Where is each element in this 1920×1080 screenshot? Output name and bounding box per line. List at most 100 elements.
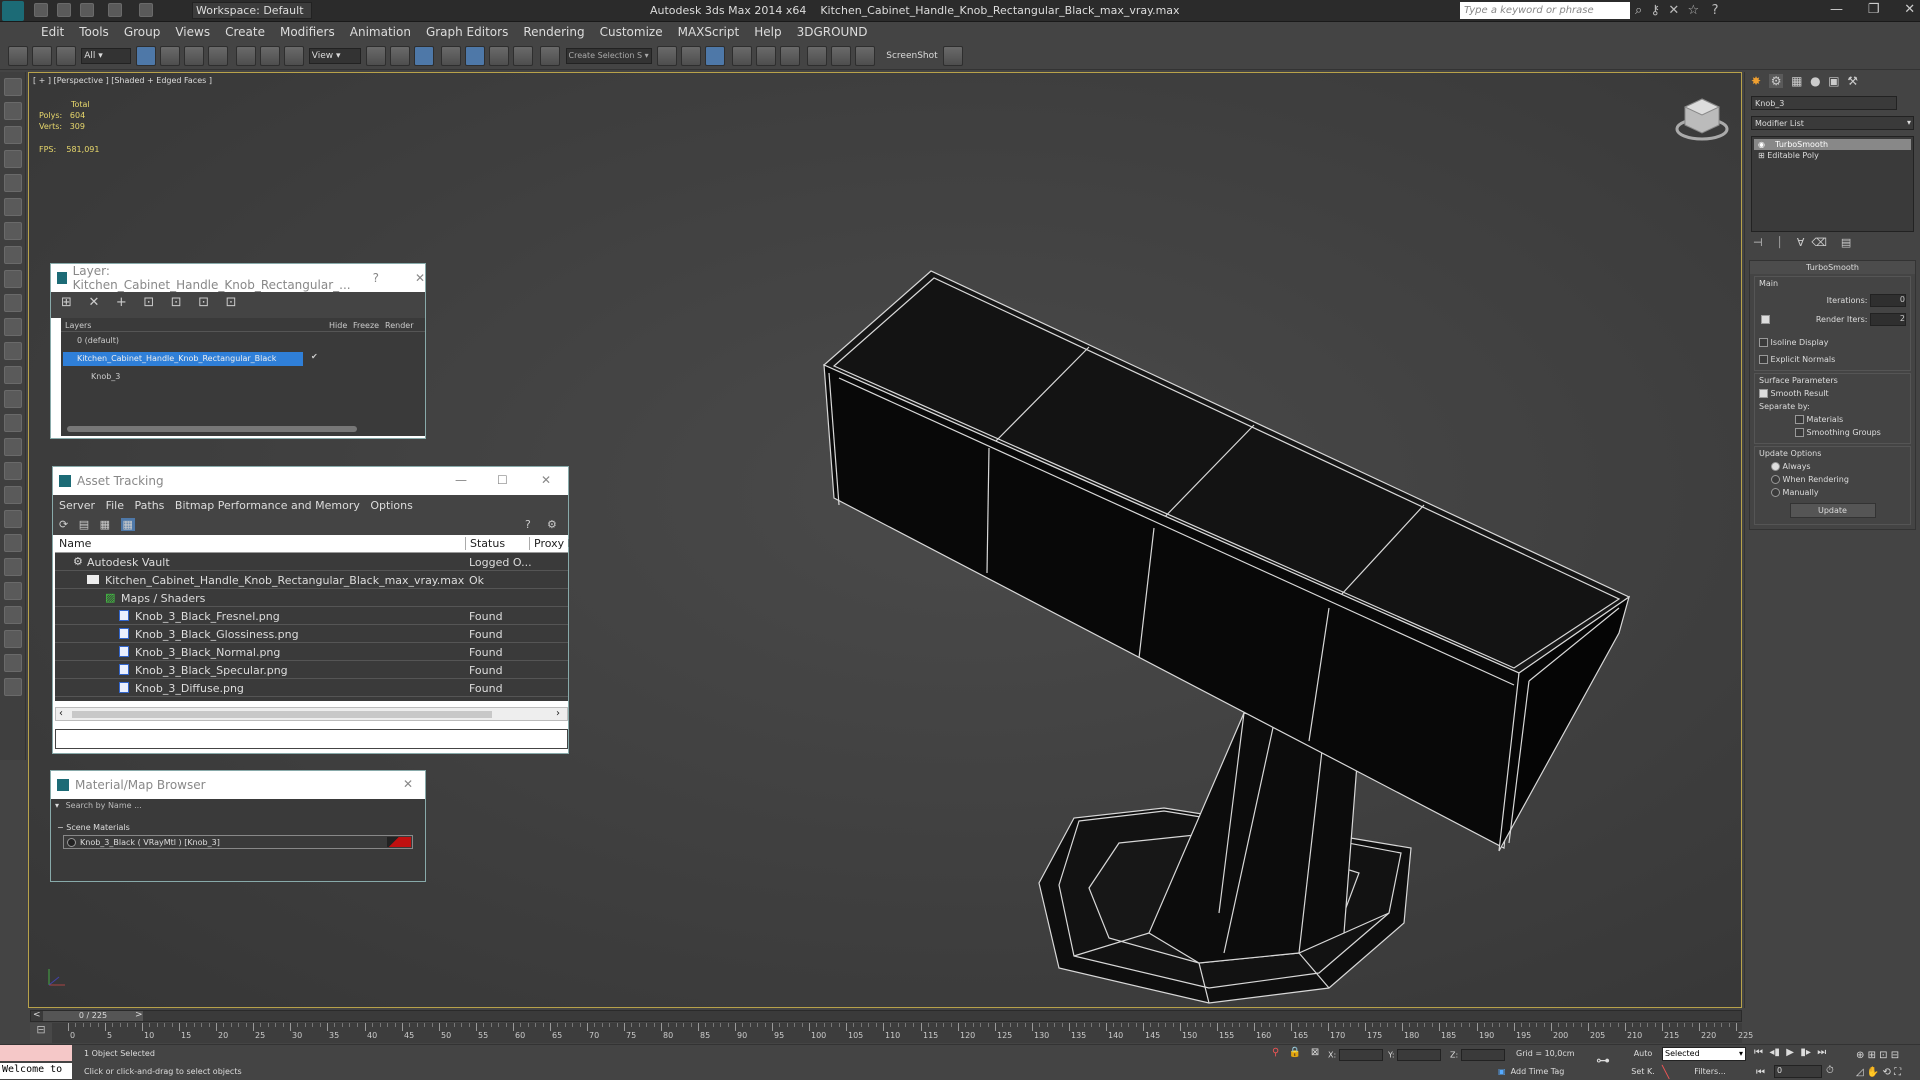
- scale-icon[interactable]: [283, 46, 304, 66]
- layer-add-icon[interactable]: +: [116, 295, 127, 310]
- maximize-viewport-icon[interactable]: ⛶: [1894, 1067, 1901, 1078]
- menu-edit[interactable]: Edit: [41, 25, 64, 39]
- tool-icon-4[interactable]: [3, 150, 22, 168]
- motion-tab-icon[interactable]: ●: [1810, 74, 1820, 88]
- rendered-frame-icon[interactable]: [855, 46, 876, 66]
- menu-tools[interactable]: Tools: [79, 25, 109, 39]
- teapot-icon[interactable]: [942, 46, 963, 66]
- collapse-icon[interactable]: −: [57, 823, 64, 832]
- tool-icon-5[interactable]: [3, 174, 22, 192]
- object-name-field[interactable]: Knob_3: [1751, 96, 1897, 110]
- manipulate-icon[interactable]: [389, 46, 410, 66]
- expand-icon[interactable]: ⊞: [1758, 151, 1765, 160]
- next-frame-icon[interactable]: ▮▸: [1800, 1047, 1811, 1058]
- materials-checkbox[interactable]: [1795, 415, 1804, 424]
- asset-menu-server[interactable]: Server: [59, 499, 95, 512]
- layer-col-render[interactable]: Render: [385, 321, 413, 330]
- zoom-extents-icon[interactable]: ⊡: [1879, 1050, 1887, 1061]
- tool-icon-13[interactable]: [3, 366, 22, 384]
- track-bar[interactable]: 0 5 10 15 20 25 30 35 40 45 50 55 60 65 70 75 80 85 90 95 10…: [30, 1023, 1753, 1043]
- x-field[interactable]: [1338, 1049, 1383, 1061]
- maxscript-listener[interactable]: [0, 1045, 72, 1061]
- layer-window-titlebar[interactable]: Layer: Kitchen_Cabinet_Handle_Knob_Recta…: [51, 264, 425, 292]
- tool-icon-16[interactable]: [3, 438, 22, 456]
- binoculars-icon[interactable]: ⌕: [1635, 3, 1642, 18]
- asset-maximize-icon[interactable]: ☐: [497, 473, 508, 487]
- light-bulb-icon[interactable]: ◉: [1758, 140, 1765, 149]
- update-button[interactable]: Update: [1789, 503, 1876, 518]
- asset-row-file[interactable]: Knob_3_Black_Glossiness.png Found: [55, 625, 568, 643]
- scene-materials-section[interactable]: − Scene Materials: [51, 819, 425, 833]
- layer-col-hide[interactable]: Hide: [329, 321, 347, 330]
- asset-refresh-icon[interactable]: ⟳: [59, 518, 68, 531]
- manually-radio[interactable]: [1771, 488, 1780, 497]
- layer-row[interactable]: 0 (default): [61, 332, 425, 350]
- tool-icon-17[interactable]: [3, 462, 22, 480]
- tool-icon-15[interactable]: [3, 414, 22, 432]
- tool-icon-7[interactable]: [3, 222, 22, 240]
- selection-set-dropdown[interactable]: Selected ▾: [1662, 1047, 1746, 1061]
- asset-menu-options[interactable]: Options: [370, 499, 412, 512]
- fov-icon[interactable]: ◿: [1856, 1067, 1864, 1078]
- named-selection-dropdown[interactable]: Create Selection S ▾: [565, 48, 652, 64]
- asset-list-icon[interactable]: ▤: [79, 518, 89, 531]
- z-field[interactable]: [1460, 1049, 1505, 1061]
- tool-icon-25[interactable]: [3, 654, 22, 672]
- hierarchy-tab-icon[interactable]: ▦: [1791, 74, 1802, 88]
- search-input[interactable]: Type a keyword or phrase: [1460, 2, 1630, 19]
- asset-col-name[interactable]: Name: [59, 537, 91, 550]
- render-iters-spinner[interactable]: 2: [1870, 313, 1906, 326]
- time-slider-thumb[interactable]: 0 / 225: [43, 1011, 143, 1021]
- exchange-icon[interactable]: ✕: [1668, 3, 1679, 18]
- tool-icon-24[interactable]: [3, 630, 22, 648]
- select-object-icon[interactable]: [136, 46, 157, 66]
- material-search-input[interactable]: Search by Name ...: [62, 801, 412, 810]
- stack-item-turbosmooth[interactable]: ◉ TurboSmooth: [1754, 139, 1911, 150]
- configure-sets-icon[interactable]: ▤: [1841, 236, 1851, 249]
- tool-icon-12[interactable]: [3, 342, 22, 360]
- layer-row[interactable]: Knob_3: [61, 368, 425, 386]
- save-icon[interactable]: [80, 3, 95, 17]
- render-iters-checkbox[interactable]: [1761, 315, 1770, 324]
- go-end-icon[interactable]: ⏭: [1817, 1047, 1826, 1058]
- graphite-icon[interactable]: [731, 46, 752, 66]
- edit-named-sel-icon[interactable]: [540, 46, 561, 66]
- lock-icon[interactable]: 🔒: [1289, 1047, 1301, 1058]
- asset-help-icon[interactable]: ?: [525, 518, 531, 531]
- asset-col-proxy[interactable]: Proxy R: [529, 537, 569, 550]
- go-start-icon[interactable]: ⏮: [1754, 1047, 1763, 1058]
- menu-views[interactable]: Views: [175, 25, 210, 39]
- menu-customize[interactable]: Customize: [600, 25, 663, 39]
- menu-graph-editors[interactable]: Graph Editors: [426, 25, 508, 39]
- material-browser-close-icon[interactable]: ✕: [403, 777, 413, 791]
- key-mode-icon[interactable]: ⊶: [1596, 1053, 1610, 1069]
- curve-editor-icon[interactable]: [755, 46, 776, 66]
- viewcube-icon[interactable]: [1673, 93, 1731, 145]
- time-slider[interactable]: < 0 / 225 >: [30, 1010, 1742, 1022]
- menu-maxscript[interactable]: MAXScript: [678, 25, 740, 39]
- menu-create[interactable]: Create: [225, 25, 265, 39]
- key-filter-icon[interactable]: ╲: [1662, 1065, 1669, 1079]
- always-radio[interactable]: [1771, 462, 1780, 471]
- move-icon[interactable]: [235, 46, 256, 66]
- asset-hscrollbar[interactable]: ‹ ›: [55, 707, 568, 721]
- keyboard-shortcut-icon[interactable]: [413, 46, 434, 66]
- app-logo[interactable]: [2, 1, 24, 21]
- layer-col-freeze[interactable]: Freeze: [353, 321, 379, 330]
- abs-mode-icon[interactable]: ⊠: [1311, 1047, 1319, 1058]
- smooth-result-checkbox[interactable]: [1759, 389, 1768, 398]
- tool-icon-23[interactable]: [3, 606, 22, 624]
- tool-icon-19[interactable]: [3, 510, 22, 528]
- show-end-result-icon[interactable]: ⏐: [1777, 236, 1783, 249]
- snap-icon[interactable]: [441, 46, 462, 66]
- asset-row-file[interactable]: Knob_3_Black_Normal.png Found: [55, 643, 568, 661]
- time-slider-next-icon[interactable]: >: [135, 1010, 143, 1020]
- zoom-extents-all-icon[interactable]: ⊟: [1891, 1050, 1899, 1061]
- zoom-icon[interactable]: ⊕: [1856, 1050, 1864, 1061]
- asset-vault-icon[interactable]: ⚙: [547, 518, 557, 531]
- scroll-right-icon[interactable]: ›: [556, 708, 560, 719]
- menu-3dground[interactable]: 3DGROUND: [797, 25, 868, 39]
- tool-icon-11[interactable]: [3, 318, 22, 336]
- layer-hide-all-icon[interactable]: ⊡: [198, 295, 209, 310]
- schematic-icon[interactable]: [779, 46, 800, 66]
